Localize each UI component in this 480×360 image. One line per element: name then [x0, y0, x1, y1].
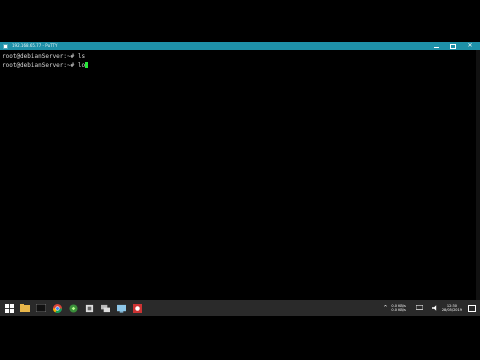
app-icon[interactable] [83, 302, 95, 314]
network-icon[interactable] [67, 302, 79, 314]
network-rates: 0.0 KB/s 0.0 KB/s [391, 304, 405, 312]
clock[interactable]: 12:30 28/05/2019 [442, 304, 462, 313]
terminal-icon[interactable] [35, 302, 47, 314]
recorder-icon[interactable] [131, 302, 143, 314]
system-tray: ^ 0.0 KB/s 0.0 KB/s 12:30 28/05/2019 [375, 300, 480, 316]
prompt: root@debianServer:~# [2, 53, 75, 60]
chrome-icon[interactable] [51, 302, 63, 314]
maximize-button[interactable] [446, 42, 460, 50]
terminal-line: root@debianServer:~# lo [2, 61, 89, 70]
download-rate: 0.0 KB/s [391, 308, 406, 312]
scrollbar[interactable] [476, 50, 480, 310]
notification-icon[interactable] [468, 304, 476, 312]
prompt: root@debianServer:~# [2, 62, 75, 69]
window-titlebar[interactable]: 192.168.65.77 - PuTTY ✕ [0, 42, 480, 50]
close-button[interactable]: ✕ [463, 42, 477, 50]
command: ls [77, 53, 86, 60]
cursor [85, 62, 89, 68]
window-title: 192.168.65.77 - PuTTY [12, 43, 58, 48]
clock-date: 28/05/2019 [441, 308, 462, 312]
putty-icon [2, 42, 9, 50]
putty-window: 192.168.65.77 - PuTTY ✕ root@debianServe… [0, 42, 480, 317]
taskbar: ^ 0.0 KB/s 0.0 KB/s 12:30 28/05/2019 [0, 300, 480, 316]
monitor-icon[interactable] [414, 302, 426, 314]
terminal-output[interactable]: root@debianServer:~# ls root@debianServer… [2, 52, 89, 70]
terminal-line: root@debianServer:~# ls [2, 52, 88, 61]
minimize-button[interactable] [429, 42, 443, 50]
command: lo [77, 62, 86, 69]
putty-icon[interactable] [99, 302, 111, 314]
minimize-icon [433, 46, 439, 48]
screen-icon[interactable] [115, 302, 127, 314]
letterbox-bottom [0, 316, 480, 360]
volume-icon[interactable] [430, 302, 442, 314]
maximize-icon [450, 43, 456, 49]
close-icon: ✕ [467, 42, 473, 49]
chevron-up-icon[interactable]: ^ [379, 302, 391, 314]
windows-start-icon[interactable] [3, 302, 15, 314]
folder-icon[interactable] [19, 302, 31, 314]
